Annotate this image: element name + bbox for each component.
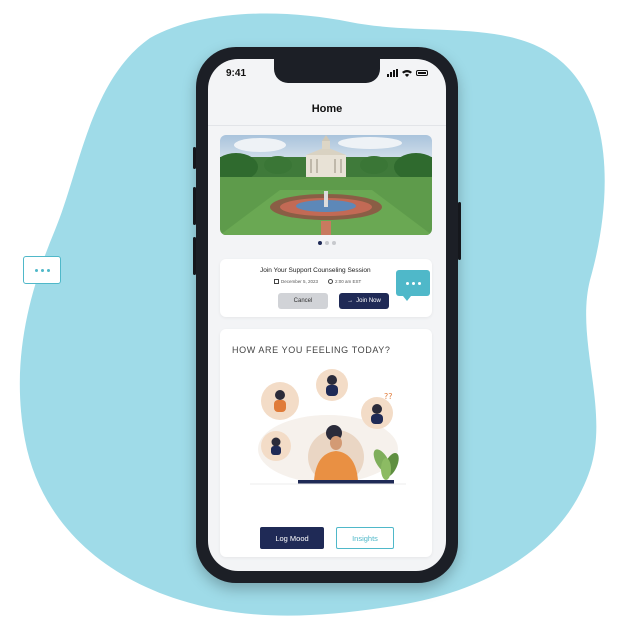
- wifi-icon: [402, 70, 412, 77]
- campus-image-carousel[interactable]: [220, 135, 432, 235]
- log-mood-button[interactable]: Log Mood: [260, 527, 324, 549]
- header-divider: [208, 125, 446, 126]
- mute-switch: [193, 147, 196, 169]
- calendar-icon: [274, 279, 279, 284]
- page-title: Home: [311, 103, 343, 115]
- join-now-label: Join Now: [356, 298, 381, 304]
- chat-bubble-left-icon: [23, 256, 61, 284]
- battery-icon: [416, 70, 428, 76]
- session-date: December 5, 2023: [281, 279, 319, 284]
- campus-photo: [220, 135, 432, 235]
- status-time: 9:41: [226, 67, 247, 79]
- volume-up-button: [193, 187, 196, 225]
- session-title: Join Your Support Counseling Session: [260, 267, 371, 274]
- carousel-dot[interactable]: [318, 241, 322, 245]
- chat-bubble-right-icon: [396, 270, 430, 301]
- session-meta: December 5, 2023 2:00 am EST: [274, 279, 361, 284]
- insights-button[interactable]: Insights: [336, 527, 394, 549]
- notch: [274, 59, 380, 83]
- mood-card: HOW ARE YOU FEELING TODAY? ?? Log Mood I…: [220, 329, 432, 557]
- status-icons: [387, 69, 428, 77]
- session-time: 2:00 am EST: [335, 279, 362, 284]
- clock-icon: [328, 279, 334, 284]
- cancel-button[interactable]: Cancel: [278, 293, 328, 309]
- phone-frame: 9:41 Home Join Your Support Counseling S…: [193, 47, 461, 583]
- svg-text:??: ??: [384, 392, 393, 401]
- app-screen: 9:41 Home Join Your Support Counseling S…: [208, 59, 446, 571]
- enter-icon: →: [347, 298, 354, 304]
- signal-icon: [387, 69, 398, 77]
- join-now-button[interactable]: → Join Now: [339, 293, 389, 309]
- carousel-dot[interactable]: [325, 241, 329, 245]
- mood-question: HOW ARE YOU FEELING TODAY?: [232, 345, 391, 355]
- mood-illustration: ??: [250, 369, 406, 485]
- carousel-pagination: [208, 241, 446, 245]
- power-button: [458, 202, 461, 260]
- volume-down-button: [193, 237, 196, 275]
- carousel-dot[interactable]: [332, 241, 336, 245]
